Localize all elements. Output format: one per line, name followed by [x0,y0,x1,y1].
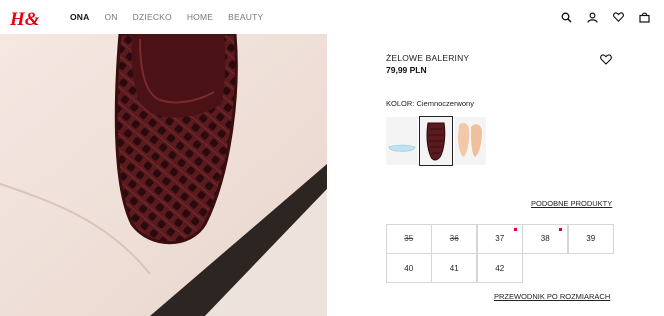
swatch-dark-red[interactable] [419,116,453,166]
swatch-peach[interactable] [454,117,486,165]
color-label: KOLOR: Ciemnoczerwony [386,99,474,108]
size-guide-link[interactable]: PRZEWODNIK PO ROZMIARACH [494,292,610,301]
size-label: 35 [404,234,414,244]
main-nav: ONA ON DZIECKO HOME BEAUTY [70,0,278,34]
size-label: 37 [495,234,505,244]
hm-logo[interactable]: H&M [9,3,58,31]
swatch-light-blue[interactable] [386,117,418,165]
product-image[interactable] [0,34,327,316]
color-swatches [386,116,486,166]
low-stock-indicator [513,227,517,231]
size-label: 40 [404,263,414,273]
size-label: 38 [540,234,550,244]
size-label: 39 [586,234,596,244]
nav-item-home[interactable]: HOME [187,12,213,22]
nav-item-beauty[interactable]: BEAUTY [228,12,263,22]
add-to-favorites-icon[interactable] [600,52,612,65]
size-38[interactable]: 38 [522,223,569,254]
top-header: H&M ONA ON DZIECKO HOME BEAUTY [0,0,664,34]
header-icons [560,0,650,34]
size-label: 36 [449,234,459,244]
product-price: 79,99 PLN [386,65,427,75]
svg-text:H&M: H&M [9,9,39,30]
nav-item-ona[interactable]: ONA [70,12,90,22]
product-title: ŻELOWE BALERINY [386,53,470,63]
color-key: KOLOR: [386,99,415,108]
nav-item-dziecko[interactable]: DZIECKO [133,12,172,22]
size-label: 42 [495,263,505,273]
size-36[interactable]: 36 [431,223,478,254]
size-37[interactable]: 37 [476,223,523,254]
size-39[interactable]: 39 [567,223,614,254]
size-grid: 35 36 37 38 39 40 41 42 [385,223,614,284]
similar-products-link[interactable]: PODOBNE PRODUKTY [531,199,612,208]
size-42[interactable]: 42 [476,253,523,284]
account-icon[interactable] [586,11,598,23]
search-icon[interactable] [560,11,572,23]
bag-icon[interactable] [638,11,650,23]
nav-item-on[interactable]: ON [105,12,118,22]
size-40[interactable]: 40 [385,253,432,284]
low-stock-indicator [559,227,563,231]
size-label: 41 [449,263,459,273]
favorites-icon[interactable] [612,11,624,23]
size-35[interactable]: 35 [385,223,432,254]
color-value: Ciemnoczerwony [416,99,474,108]
size-41[interactable]: 41 [431,253,478,284]
